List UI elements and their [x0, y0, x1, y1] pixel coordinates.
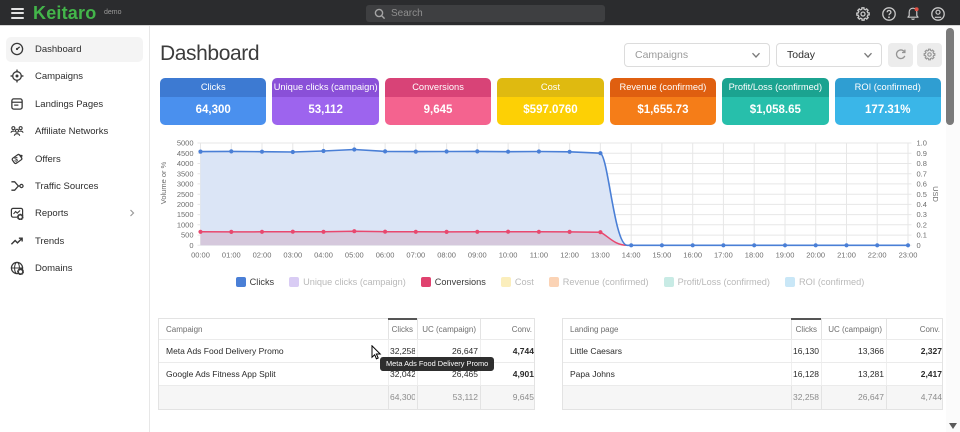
svg-text:21:00: 21:00	[837, 250, 856, 259]
svg-text:$: $	[14, 156, 18, 163]
svg-text:0.1: 0.1	[917, 231, 927, 240]
svg-text:01:00: 01:00	[222, 250, 241, 259]
svg-text:03:00: 03:00	[283, 250, 302, 259]
svg-text:3000: 3000	[177, 180, 194, 189]
svg-text:1000: 1000	[177, 220, 194, 229]
svg-text:0.6: 0.6	[917, 180, 927, 189]
svg-text:0.2: 0.2	[917, 220, 927, 229]
svg-text:13:00: 13:00	[591, 250, 610, 259]
svg-text:09:00: 09:00	[468, 250, 487, 259]
svg-text:0.7: 0.7	[917, 169, 927, 178]
svg-text:0: 0	[917, 241, 921, 250]
svg-text:USD: USD	[931, 186, 940, 202]
svg-text:0: 0	[189, 241, 193, 250]
svg-text:07:00: 07:00	[406, 250, 425, 259]
svg-text:17:00: 17:00	[714, 250, 733, 259]
svg-text:14:00: 14:00	[622, 250, 641, 259]
svg-text:0.4: 0.4	[917, 200, 927, 209]
svg-text:15:00: 15:00	[653, 250, 672, 259]
svg-text:06:00: 06:00	[376, 250, 395, 259]
svg-text:19:00: 19:00	[776, 250, 795, 259]
svg-text:4000: 4000	[177, 159, 194, 168]
svg-text:0.3: 0.3	[917, 210, 927, 219]
svg-text:22:00: 22:00	[868, 250, 887, 259]
svg-text:12:00: 12:00	[560, 250, 579, 259]
svg-text:1.0: 1.0	[917, 139, 927, 148]
svg-text:04:00: 04:00	[314, 250, 333, 259]
svg-text:05:00: 05:00	[345, 250, 364, 259]
svg-text:20:00: 20:00	[806, 250, 825, 259]
svg-text:0.9: 0.9	[917, 149, 927, 158]
svg-text:11:00: 11:00	[530, 250, 548, 259]
svg-text:3500: 3500	[177, 169, 194, 178]
svg-text:10:00: 10:00	[499, 250, 518, 259]
svg-text:16:00: 16:00	[683, 250, 702, 259]
svg-text:08:00: 08:00	[437, 250, 456, 259]
svg-text:23:00: 23:00	[899, 250, 918, 259]
svg-text:5000: 5000	[177, 139, 194, 148]
svg-text:0.5: 0.5	[917, 190, 927, 199]
svg-text:Volume or %: Volume or %	[159, 161, 168, 204]
svg-text:500: 500	[181, 231, 194, 240]
svg-text:2000: 2000	[177, 200, 194, 209]
svg-text:4500: 4500	[177, 149, 194, 158]
svg-text:1500: 1500	[177, 210, 194, 219]
svg-text:00:00: 00:00	[191, 250, 210, 259]
svg-text:18:00: 18:00	[745, 250, 764, 259]
svg-text:2500: 2500	[177, 190, 194, 199]
svg-text:0.8: 0.8	[917, 159, 927, 168]
svg-text:02:00: 02:00	[253, 250, 272, 259]
